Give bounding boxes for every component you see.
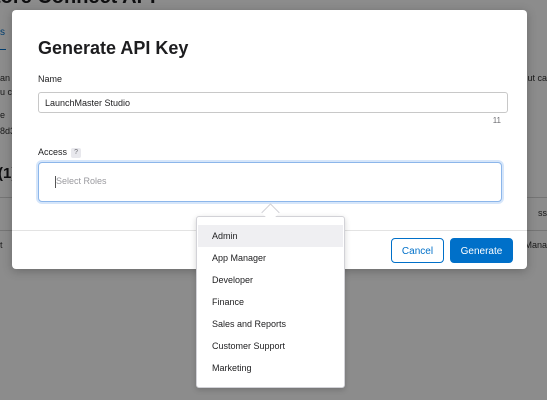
- cancel-button[interactable]: Cancel: [391, 238, 444, 263]
- generate-button[interactable]: Generate: [450, 238, 513, 263]
- role-option-finance[interactable]: Finance: [198, 291, 343, 313]
- role-option-sales-and-reports[interactable]: Sales and Reports: [198, 313, 343, 335]
- name-char-count: 11: [492, 116, 501, 125]
- roles-select[interactable]: Select Roles: [38, 162, 502, 202]
- access-label-text: Access: [38, 147, 68, 157]
- role-option-customer-support[interactable]: Customer Support: [198, 335, 343, 357]
- role-option-marketing[interactable]: Marketing: [198, 357, 343, 379]
- roles-placeholder: Select Roles: [56, 176, 107, 186]
- role-option-app-manager[interactable]: App Manager: [198, 247, 343, 269]
- access-label: Access?: [38, 147, 82, 158]
- roles-dropdown: Admin App Manager Developer Finance Sale…: [196, 216, 345, 388]
- name-input[interactable]: [38, 92, 508, 113]
- help-icon[interactable]: ?: [71, 147, 82, 158]
- role-option-admin[interactable]: Admin: [198, 225, 343, 247]
- modal-title: Generate API Key: [38, 38, 189, 58]
- role-option-developer[interactable]: Developer: [198, 269, 343, 291]
- name-label: Name: [38, 74, 63, 84]
